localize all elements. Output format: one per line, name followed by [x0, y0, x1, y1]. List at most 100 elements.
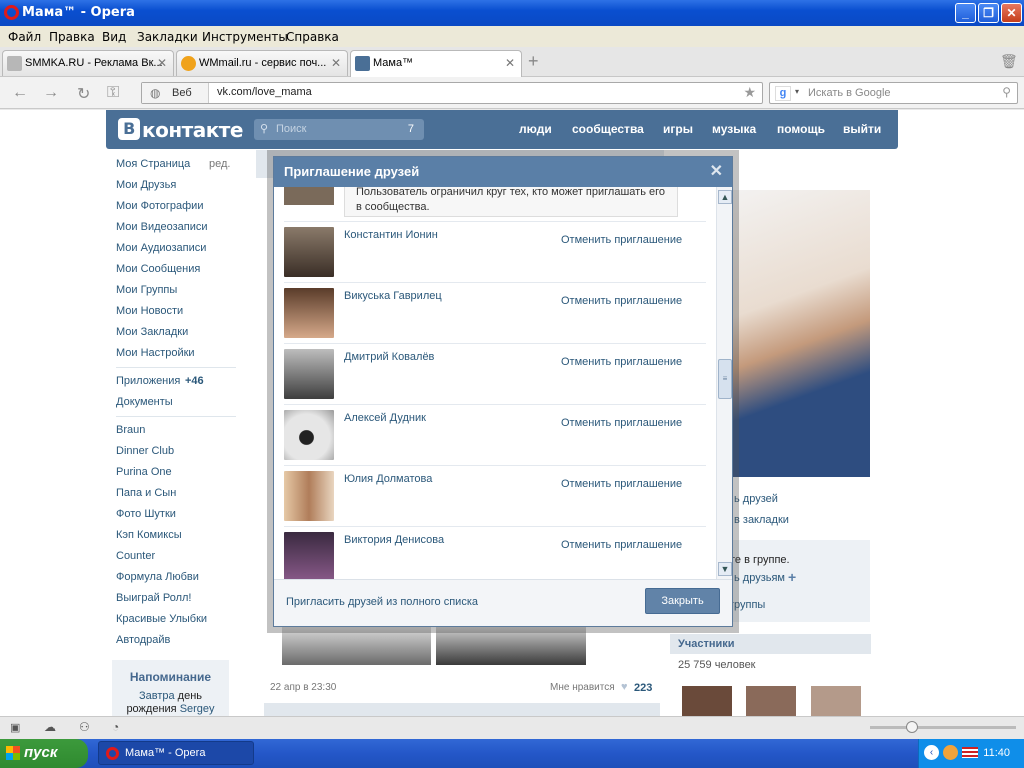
vk-logo-icon: В: [118, 118, 140, 140]
list-item: Викуська Гаврилец Отменить приглашение: [284, 282, 706, 343]
menu-help[interactable]: Справка: [286, 30, 339, 44]
friend-avatar[interactable]: [284, 410, 334, 460]
unite-icon[interactable]: ⚇: [79, 720, 90, 734]
status-bar: ▣ ☁ ⚇ ◔: [0, 716, 1024, 739]
wmmail-favicon-icon: [181, 56, 196, 71]
search-icon[interactable]: ⚲: [1002, 85, 1011, 99]
friend-name[interactable]: Виктория Денисова: [344, 534, 444, 546]
windows-logo-icon: [6, 746, 20, 760]
clock: 11:40: [983, 747, 1010, 759]
nav-logout[interactable]: выйти: [843, 122, 881, 136]
scroll-up-icon[interactable]: ▲: [718, 190, 732, 204]
scroll-thumb[interactable]: ≡: [718, 359, 732, 399]
tab-wmmail[interactable]: WMmail.ru - сервис поч... ✕: [176, 50, 348, 76]
search-placeholder: Искать в Google: [808, 87, 891, 99]
scroll-down-icon[interactable]: ▼: [718, 562, 732, 576]
tab-smmka[interactable]: SMMKA.RU - Реклама Вк... ✕: [2, 50, 174, 76]
back-icon[interactable]: ←: [12, 84, 28, 102]
opera-icon: [106, 747, 119, 760]
close-button[interactable]: Закрыть: [645, 588, 720, 614]
close-tab-icon[interactable]: ✕: [157, 51, 167, 75]
zoom-slider-handle[interactable]: [906, 721, 918, 733]
vk-search-placeholder: Поиск: [276, 123, 307, 135]
window-title: Мама™ - Opera: [22, 5, 135, 20]
online-friends-count[interactable]: 7: [408, 123, 414, 135]
friend-avatar[interactable]: [284, 349, 334, 399]
tab-label: SMMKA.RU - Реклама Вк...: [25, 57, 163, 69]
friend-name[interactable]: Викуська Гаврилец: [344, 290, 442, 302]
system-tray: ‹ 11:40: [918, 739, 1024, 768]
google-search-input[interactable]: g ▾ Искать в Google ⚲: [769, 82, 1018, 104]
reload-icon[interactable]: ↻: [77, 84, 90, 104]
vk-search-input[interactable]: ⚲ Поиск 7: [254, 119, 424, 140]
cancel-invite-link[interactable]: Отменить приглашение: [561, 295, 682, 307]
browser-window: Мама™ - Opera _ ❐ ✕ Файл Правка Вид Закл…: [0, 0, 1024, 739]
title-bar: Мама™ - Opera _ ❐ ✕: [0, 0, 1024, 26]
tray-back-icon[interactable]: ‹: [924, 745, 939, 760]
menu-bar: Файл Правка Вид Закладки Инструменты Спр…: [0, 26, 1024, 47]
list-item: Юлия Долматова Отменить приглашение: [284, 465, 706, 526]
cancel-invite-link[interactable]: Отменить приглашение: [561, 234, 682, 246]
friend-avatar[interactable]: [284, 288, 334, 338]
language-flag-icon[interactable]: [962, 747, 978, 758]
friend-avatar[interactable]: [284, 532, 334, 580]
friend-name[interactable]: Дмитрий Ковалёв: [344, 351, 434, 363]
minimize-button[interactable]: _: [955, 3, 976, 23]
menu-bookmarks[interactable]: Закладки: [137, 30, 198, 44]
menu-view[interactable]: Вид: [102, 30, 126, 44]
invite-from-full-list-link[interactable]: Пригласить друзей из полного списка: [286, 596, 478, 608]
key-icon[interactable]: ⚿: [107, 84, 119, 102]
taskbar: пуск Мама™ - Opera ‹ 11:40: [0, 739, 1024, 768]
forward-icon[interactable]: →: [43, 84, 59, 102]
taskbar-task-label: Мама™ - Opera: [125, 747, 206, 759]
nav-music[interactable]: музыка: [712, 122, 756, 136]
nav-games[interactable]: игры: [663, 122, 693, 136]
friend-name[interactable]: Юлия Долматова: [344, 473, 432, 485]
friend-name[interactable]: Алексей Дудник: [344, 412, 426, 424]
cancel-invite-link[interactable]: Отменить приглашение: [561, 478, 682, 490]
search-engine-dropdown-icon[interactable]: ▾: [795, 87, 799, 96]
maximize-button[interactable]: ❐: [978, 3, 999, 23]
zoom-slider[interactable]: [870, 726, 1016, 729]
smmka-favicon-icon: [7, 56, 22, 71]
cancel-invite-link[interactable]: Отменить приглашение: [561, 356, 682, 368]
close-window-button[interactable]: ✕: [1001, 3, 1022, 23]
nav-help[interactable]: помощь: [777, 122, 825, 136]
turbo-icon[interactable]: ☁: [44, 720, 56, 734]
address-field[interactable]: Веб ◍ vk.com/love_mama ★: [141, 82, 763, 104]
start-button[interactable]: пуск: [0, 739, 88, 768]
close-icon[interactable]: ✕: [710, 157, 723, 187]
vk-logo[interactable]: Вконтакте: [118, 118, 243, 142]
trash-icon[interactable]: 🗑: [1000, 53, 1018, 70]
menu-tools[interactable]: Инструменты: [202, 30, 288, 44]
vk-favicon-icon: [355, 56, 370, 71]
friend-name[interactable]: Константин Ионин: [344, 229, 438, 241]
close-tab-icon[interactable]: ✕: [331, 51, 341, 75]
tab-mama[interactable]: Мама™ ✕: [350, 50, 522, 77]
new-tab-icon[interactable]: +: [528, 51, 539, 72]
tray-opera-icon[interactable]: [943, 745, 958, 760]
friend-avatar[interactable]: [284, 187, 334, 205]
tab-label: WMmail.ru - сервис поч...: [199, 57, 327, 69]
url-text[interactable]: vk.com/love_mama: [217, 86, 312, 98]
modal-scrollbar[interactable]: ▲ ≡ ▼: [716, 187, 732, 580]
tab-label: Мама™: [373, 57, 414, 69]
friend-avatar[interactable]: [284, 471, 334, 521]
menu-edit[interactable]: Правка: [49, 30, 95, 44]
google-icon[interactable]: g: [775, 86, 791, 101]
menu-file[interactable]: Файл: [8, 30, 41, 44]
vk-header: Вконтакте ⚲ Поиск 7 люди сообщества игры…: [106, 110, 898, 149]
modal-header: Приглашение друзей ✕: [274, 157, 732, 187]
cancel-invite-link[interactable]: Отменить приглашение: [561, 539, 682, 551]
friend-avatar[interactable]: [284, 227, 334, 277]
close-tab-icon[interactable]: ✕: [505, 51, 515, 75]
taskbar-opera-button[interactable]: Мама™ - Opera: [98, 741, 254, 765]
list-item: Дмитрий Ковалёв Отменить приглашение: [284, 343, 706, 404]
speed-dial-icon[interactable]: ◔: [112, 720, 119, 734]
nav-people[interactable]: люди: [519, 122, 552, 136]
nav-communities[interactable]: сообщества: [572, 122, 644, 136]
cancel-invite-link[interactable]: Отменить приглашение: [561, 417, 682, 429]
bookmark-star-icon[interactable]: ★: [743, 84, 756, 101]
panel-toggle-icon[interactable]: ▣: [10, 721, 20, 734]
friends-list: Пользователь ограничил круг тех, кто мож…: [274, 187, 716, 580]
